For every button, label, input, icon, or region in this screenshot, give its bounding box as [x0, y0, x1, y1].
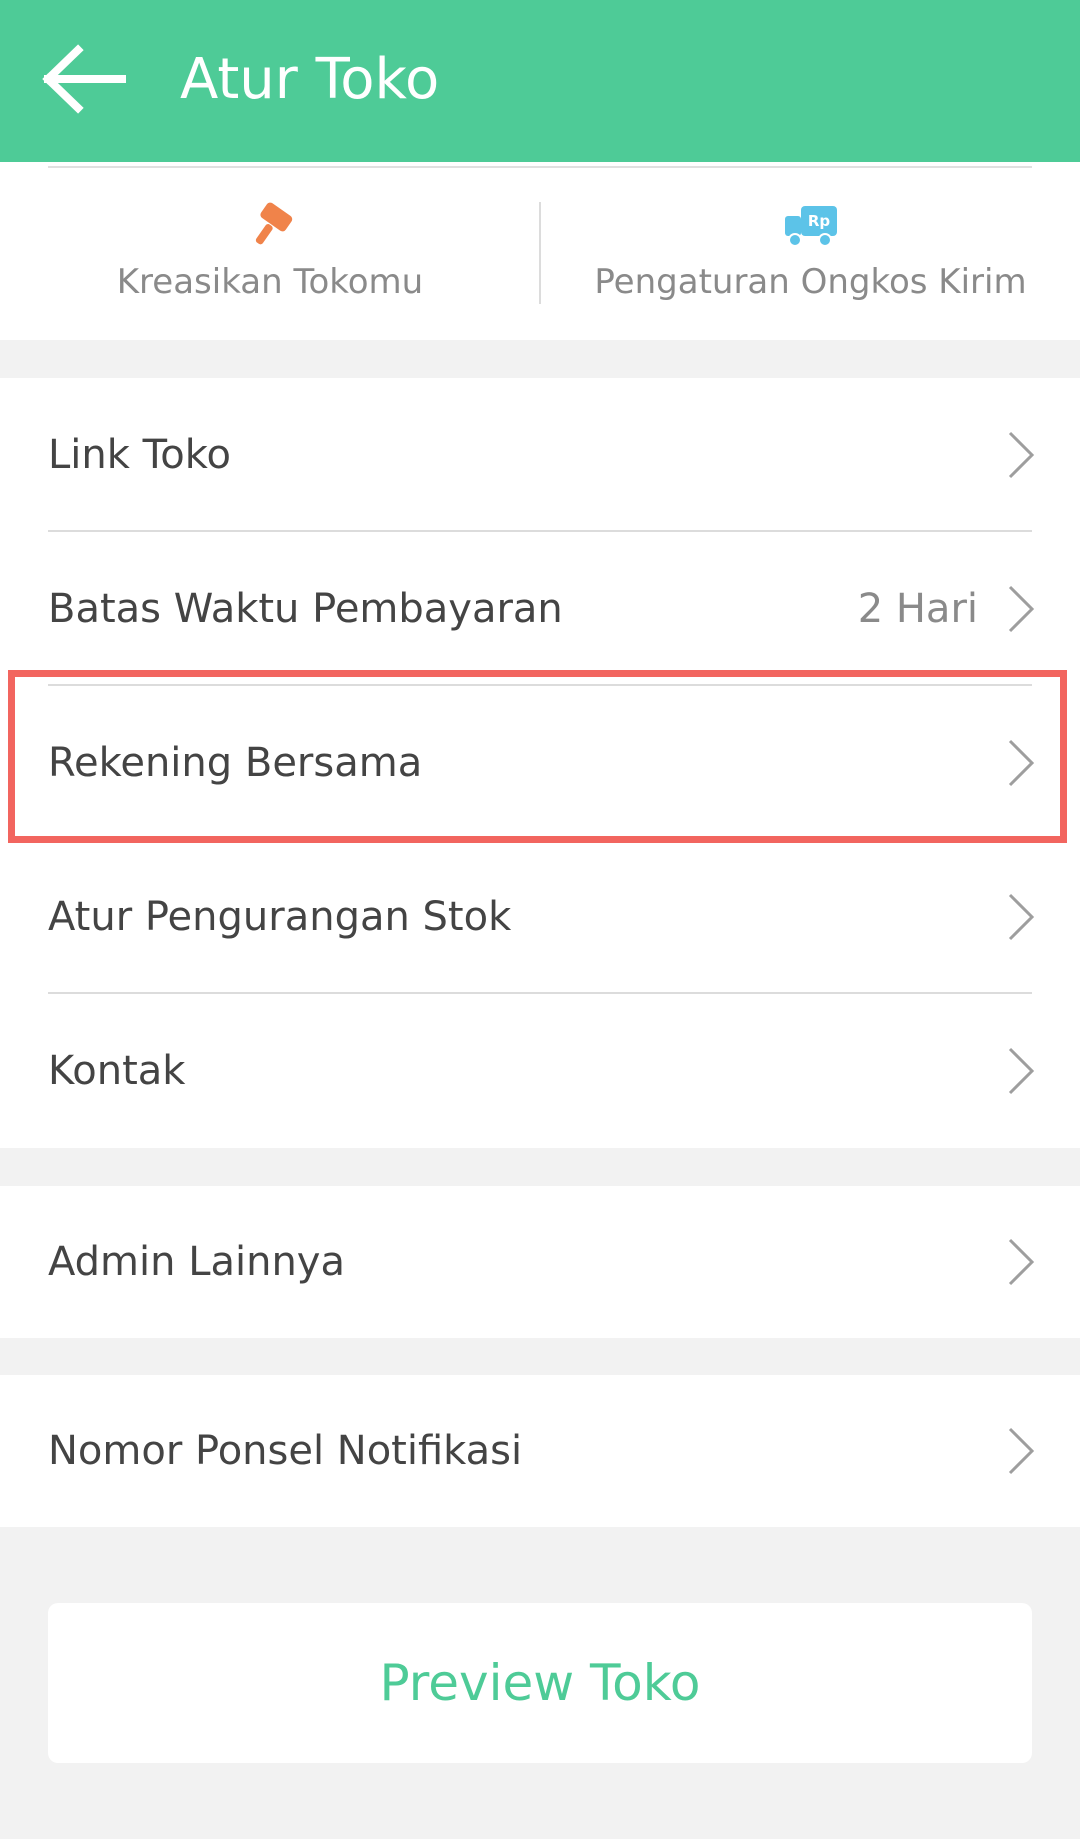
settings-item-batas-waktu-pembayaran[interactable]: Batas Waktu Pembayaran 2 Hari: [0, 532, 1080, 686]
quick-actions-panel: Kreasikan Tokomu Rp Pengaturan Ongkos Ki…: [0, 162, 1080, 340]
settings-item-nomor-ponsel-notifikasi[interactable]: Nomor Ponsel Notifikasi: [0, 1375, 1080, 1527]
arrow-left-icon: [42, 44, 126, 114]
chevron-right-icon: [1008, 1427, 1035, 1475]
quick-action-label: Pengaturan Ongkos Kirim: [594, 262, 1027, 302]
chevron-right-icon: [1008, 893, 1035, 941]
settings-group: Nomor Ponsel Notifikasi: [0, 1375, 1080, 1527]
settings-group: Admin Lainnya: [0, 1186, 1080, 1338]
settings-item-label: Batas Waktu Pembayaran: [48, 586, 563, 632]
settings-group: Link Toko Batas Waktu Pembayaran 2 Hari …: [0, 378, 1080, 1148]
back-button[interactable]: [40, 42, 130, 116]
svg-text:Rp: Rp: [807, 212, 830, 230]
settings-item-atur-pengurangan-stok[interactable]: Atur Pengurangan Stok: [0, 840, 1080, 994]
settings-item-label: Nomor Ponsel Notifikasi: [48, 1428, 523, 1474]
settings-item-label: Kontak: [48, 1048, 186, 1094]
chevron-right-icon: [1008, 1047, 1035, 1095]
kreasikan-tokomu-button[interactable]: Kreasikan Tokomu: [0, 162, 540, 340]
page-title: Atur Toko: [180, 47, 440, 112]
chevron-right-icon: [1008, 431, 1035, 479]
settings-item-label: Rekening Bersama: [48, 740, 423, 786]
settings-item-rekening-bersama[interactable]: Rekening Bersama: [0, 686, 1080, 840]
settings-item-value: 2 Hari: [857, 586, 978, 632]
app-bar: Atur Toko: [0, 0, 1080, 162]
paint-roller-icon: [255, 202, 293, 245]
pengaturan-ongkos-kirim-button[interactable]: Rp Pengaturan Ongkos Kirim: [541, 162, 1080, 340]
chevron-right-icon: [1008, 585, 1035, 633]
quick-action-label: Kreasikan Tokomu: [116, 262, 424, 302]
preview-toko-button[interactable]: Preview Toko: [48, 1603, 1032, 1763]
settings-item-admin-lainnya[interactable]: Admin Lainnya: [0, 1186, 1080, 1338]
settings-item-label: Link Toko: [48, 432, 231, 478]
settings-item-label: Atur Pengurangan Stok: [48, 894, 512, 940]
settings-item-label: Admin Lainnya: [48, 1239, 345, 1285]
chevron-right-icon: [1008, 739, 1035, 787]
chevron-right-icon: [1008, 1238, 1035, 1286]
settings-item-link-toko[interactable]: Link Toko: [0, 378, 1080, 532]
settings-item-kontak[interactable]: Kontak: [0, 994, 1080, 1148]
delivery-truck-rp-icon: Rp: [784, 206, 837, 247]
